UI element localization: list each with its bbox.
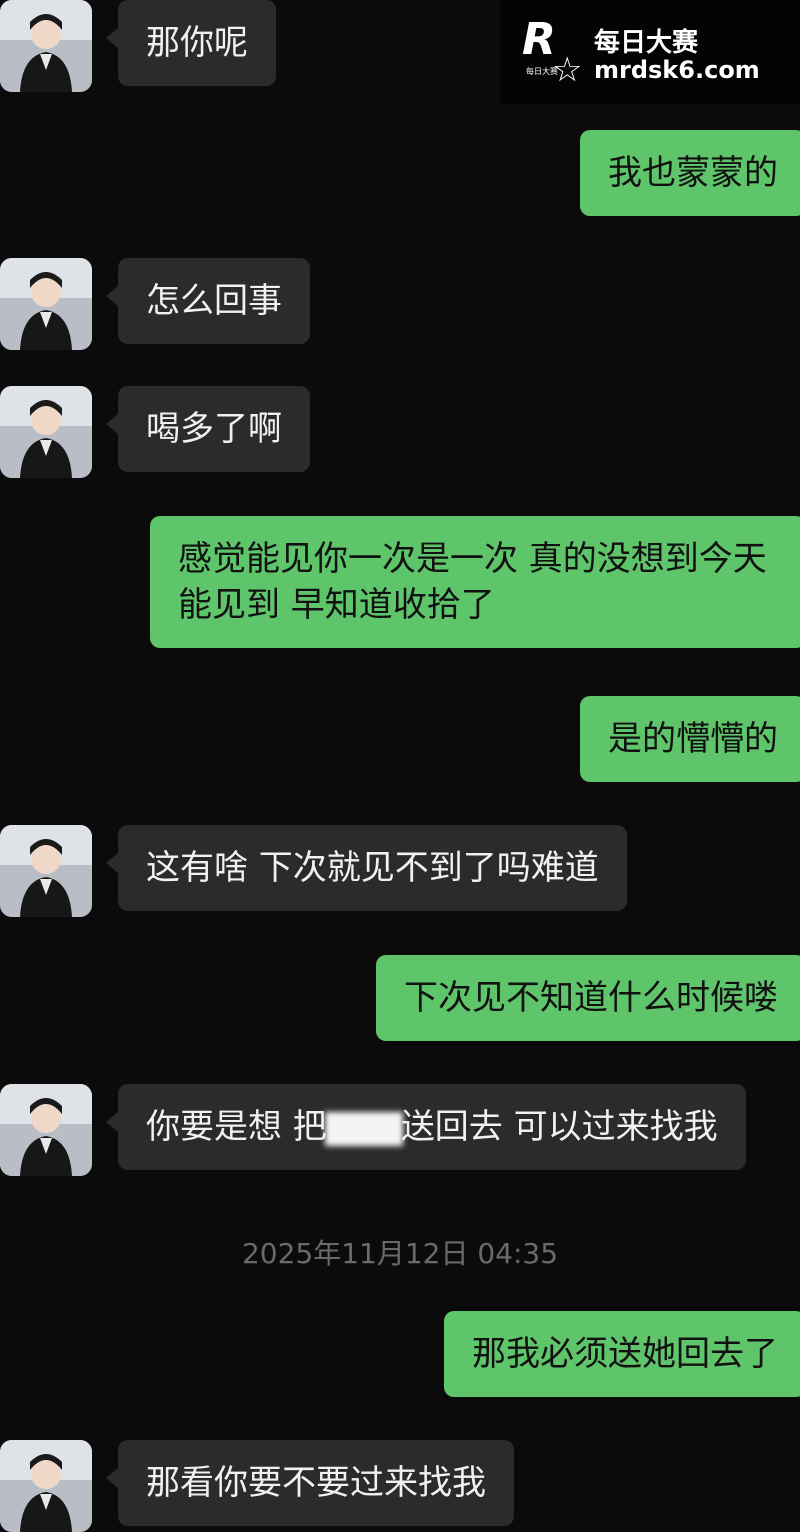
incoming-message-bubble[interactable]: 喝多了啊 xyxy=(106,386,310,472)
star-icon: ☆ xyxy=(552,50,583,90)
redacted-blur xyxy=(324,1111,403,1146)
avatar-photo-icon xyxy=(0,825,92,917)
incoming-message-bubble[interactable]: 那你呢 xyxy=(106,0,276,86)
outgoing-message-bubble[interactable]: 是的懵懵的 xyxy=(580,696,800,782)
avatar-photo-icon xyxy=(0,258,92,350)
incoming-message-bubble[interactable]: 怎么回事 xyxy=(106,258,310,344)
avatar-photo-icon xyxy=(0,1440,92,1532)
avatar-photo-icon xyxy=(0,0,92,92)
incoming-message-bubble[interactable]: 那看你要不要过来找我 xyxy=(106,1440,514,1526)
outgoing-message-bubble[interactable]: 下次见不知道什么时候喽 xyxy=(376,955,800,1041)
contact-avatar[interactable] xyxy=(0,386,92,478)
outgoing-message-bubble[interactable]: 感觉能见你一次是一次 真的没想到今天能见到 早知道收拾了 xyxy=(150,516,800,648)
chat-timestamp: 2025年11月12日 04:35 xyxy=(241,1237,559,1270)
contact-avatar[interactable] xyxy=(0,1440,92,1532)
watermark-logo-letter: R xyxy=(522,14,556,65)
message-text-before: 你要是想 把 xyxy=(146,1107,327,1147)
contact-avatar[interactable] xyxy=(0,1084,92,1176)
avatar-photo-icon xyxy=(0,1084,92,1176)
outgoing-message-bubble[interactable]: 我也蒙蒙的 xyxy=(580,130,800,216)
avatar-photo-icon xyxy=(0,386,92,478)
contact-avatar[interactable] xyxy=(0,0,92,92)
watermark-url-text: mrdsk6.com xyxy=(594,56,760,84)
contact-avatar[interactable] xyxy=(0,825,92,917)
incoming-message-bubble[interactable]: 这有啥 下次就见不到了吗难道 xyxy=(106,825,627,911)
incoming-message-bubble[interactable]: 你要是想 把 送回去 可以过来找我 xyxy=(106,1084,746,1170)
watermark-overlay: R 每日大赛 ☆ 每日大赛 mrdsk6.com xyxy=(500,0,800,104)
contact-avatar[interactable] xyxy=(0,258,92,350)
outgoing-message-bubble[interactable]: 那我必须送她回去了 xyxy=(444,1311,800,1397)
message-text-after: 送回去 可以过来找我 xyxy=(400,1107,718,1147)
watermark-brand-text: 每日大赛 xyxy=(594,28,699,58)
